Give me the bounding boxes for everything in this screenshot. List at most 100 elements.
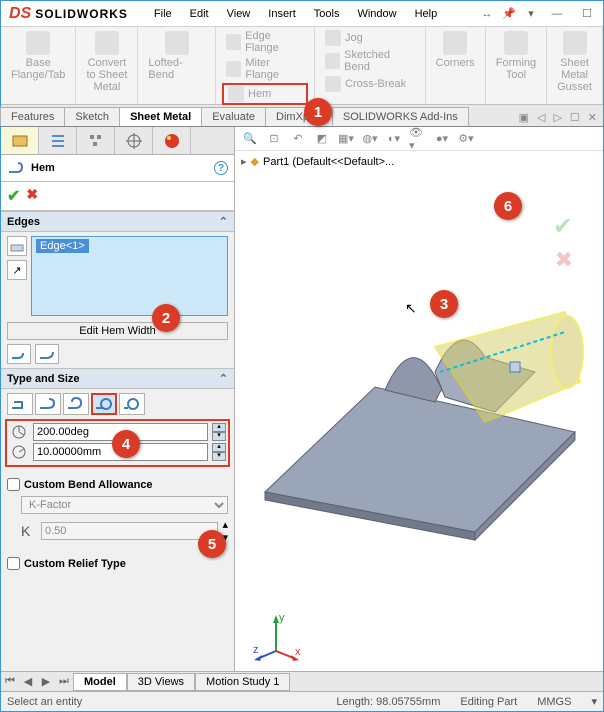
menu-window[interactable]: Window	[349, 5, 404, 23]
section-icon[interactable]: ◩	[313, 130, 331, 148]
settings-icon[interactable]: ⚙▾	[457, 130, 475, 148]
cba-method-select[interactable]: K-Factor	[21, 496, 228, 514]
ribbon-edge-flange[interactable]: Edge Flange	[222, 29, 308, 55]
ribbon-hem[interactable]: Hem	[222, 83, 308, 105]
ribbon-lofted-bend[interactable]: Lofted-Bend	[144, 29, 209, 83]
collapse-icon[interactable]: ⌃	[219, 372, 228, 385]
ok-button[interactable]: ✔	[7, 186, 20, 206]
k-factor-input[interactable]	[41, 522, 218, 540]
expand-icon[interactable]: ↔	[479, 6, 495, 22]
part-name[interactable]: Part1 (Default<<Default>...	[263, 156, 394, 168]
k-up[interactable]: ▴	[222, 518, 228, 531]
menu-insert[interactable]: Insert	[260, 5, 304, 23]
prev-view-icon[interactable]: ↶	[289, 130, 307, 148]
edge-expand-icon[interactable]: ↗	[7, 260, 27, 280]
pm-tab-feature[interactable]	[1, 127, 39, 154]
hem-type-closed-icon[interactable]	[7, 393, 33, 415]
graphics-viewport[interactable]: 🔍 ⊡ ↶ ◩ ▦▾ ◍▾ ◐▾ 👁▾ ●▾ ⚙▾ ▸ ◆ Part1 (Def…	[235, 127, 603, 671]
ribbon-sheet-metal-gusset[interactable]: Sheet Metal Gusset	[553, 29, 596, 95]
help-icon[interactable]: ?	[214, 161, 228, 175]
tile-icon[interactable]: ▣	[517, 109, 531, 126]
feature-tree-flyout[interactable]: ▸ ◆ Part1 (Default<<Default>...	[235, 151, 603, 172]
cancel-button[interactable]: ✖	[26, 186, 38, 206]
radius-down[interactable]: ▾	[212, 452, 226, 461]
edit-hem-width-button[interactable]: Edit Hem Width	[7, 322, 228, 340]
dropdown-icon[interactable]: ▾	[523, 6, 539, 22]
custom-bend-allowance-checkbox[interactable]	[7, 478, 20, 491]
hem-type-double-icon[interactable]	[119, 393, 145, 415]
ribbon-sketched-bend[interactable]: Sketched Bend	[321, 48, 419, 74]
minimize-button[interactable]: —	[545, 4, 569, 24]
appearance-icon[interactable]: ●▾	[433, 130, 451, 148]
hem-type-rolled-icon[interactable]	[91, 393, 117, 415]
angle-down[interactable]: ▾	[212, 432, 226, 441]
max-icon[interactable]: ☐	[568, 109, 582, 126]
ribbon: Base Flange/Tab Convert to Sheet Metal L…	[1, 27, 603, 105]
last-tab-icon[interactable]: ⏭	[55, 675, 73, 688]
view-triad[interactable]: y x z	[251, 611, 301, 661]
view-orient-icon[interactable]: ▦▾	[337, 130, 355, 148]
display-style-icon[interactable]: ◍▾	[361, 130, 379, 148]
ribbon-miter-flange[interactable]: Miter Flange	[222, 56, 308, 82]
prev-tab-icon[interactable]: ◀	[19, 675, 37, 688]
prev-icon[interactable]: ◁	[535, 109, 547, 126]
zoom-fit-icon[interactable]: 🔍	[241, 130, 259, 148]
pm-tab-appearance[interactable]	[153, 127, 191, 154]
viewport-cancel-icon[interactable]: ✖	[555, 247, 573, 273]
tab-features[interactable]: Features	[0, 107, 65, 126]
command-tabs: Features Sketch Sheet Metal Evaluate Dim…	[1, 105, 603, 127]
custom-relief-type-checkbox[interactable]	[7, 557, 20, 570]
tab-sketch[interactable]: Sketch	[64, 107, 120, 126]
ribbon-jog[interactable]: Jog	[321, 29, 419, 47]
cba-label: Custom Bend Allowance	[24, 479, 153, 491]
menu-tools[interactable]: Tools	[306, 5, 348, 23]
edge-select-icon[interactable]	[7, 236, 27, 256]
callout-6: 6	[494, 192, 522, 220]
edges-selection-list[interactable]: Edge<1>	[31, 236, 228, 316]
menu-file[interactable]: File	[146, 5, 180, 23]
hide-show-icon[interactable]: 👁▾	[409, 130, 427, 148]
ribbon-base-flange[interactable]: Base Flange/Tab	[7, 29, 69, 83]
status-dropdown-icon[interactable]: ▾	[591, 695, 597, 708]
tree-expand-icon[interactable]: ▸	[241, 155, 247, 168]
tab-evaluate[interactable]: Evaluate	[201, 107, 266, 126]
zoom-area-icon[interactable]: ⊡	[265, 130, 283, 148]
bottom-tab-3dviews[interactable]: 3D Views	[127, 673, 195, 691]
scene-icon[interactable]: ◐▾	[385, 130, 403, 148]
material-outside-icon[interactable]	[35, 344, 59, 364]
ribbon-convert-sheet-metal[interactable]: Convert to Sheet Metal	[82, 29, 131, 95]
ribbon-corners[interactable]: Corners	[432, 29, 479, 71]
angle-up[interactable]: ▴	[212, 423, 226, 432]
pm-tab-target[interactable]	[115, 127, 153, 154]
status-units[interactable]: MMGS	[537, 696, 571, 708]
material-inside-icon[interactable]	[7, 344, 31, 364]
tab-sheet-metal[interactable]: Sheet Metal	[119, 107, 202, 126]
first-tab-icon[interactable]: ⏮	[1, 675, 19, 688]
tab-addins[interactable]: SOLIDWORKS Add-Ins	[332, 107, 469, 126]
ribbon-cross-break[interactable]: Cross-Break	[321, 75, 419, 93]
ribbon-forming-tool[interactable]: Forming Tool	[492, 29, 540, 83]
pm-tab-tree[interactable]	[77, 127, 115, 154]
radius-up[interactable]: ▴	[212, 443, 226, 452]
app-name: SOLIDWORKS	[35, 7, 128, 21]
hem-type-open-icon[interactable]	[35, 393, 61, 415]
close-icon[interactable]: ✕	[586, 109, 599, 126]
collapse-icon[interactable]: ⌃	[219, 215, 228, 228]
feature-title: Hem	[31, 162, 55, 174]
bottom-tab-model[interactable]: Model	[73, 673, 127, 691]
maximize-button[interactable]: ☐	[575, 4, 599, 24]
callout-5: 5	[198, 530, 226, 558]
edge-item[interactable]: Edge<1>	[36, 239, 89, 253]
type-size-panel-title: Type and Size	[7, 373, 80, 385]
next-icon[interactable]: ▷	[551, 109, 563, 126]
viewport-accept-icon[interactable]: ✔	[553, 212, 573, 241]
next-tab-icon[interactable]: ▶	[37, 675, 55, 688]
menu-edit[interactable]: Edit	[182, 5, 217, 23]
menubar: File Edit View Insert Tools Window Help	[146, 5, 445, 23]
menu-help[interactable]: Help	[407, 5, 446, 23]
bottom-tab-motion[interactable]: Motion Study 1	[195, 673, 290, 691]
pm-tab-list[interactable]	[39, 127, 77, 154]
menu-view[interactable]: View	[219, 5, 259, 23]
pin-icon[interactable]: 📌	[501, 6, 517, 22]
hem-type-teardrop-icon[interactable]	[63, 393, 89, 415]
